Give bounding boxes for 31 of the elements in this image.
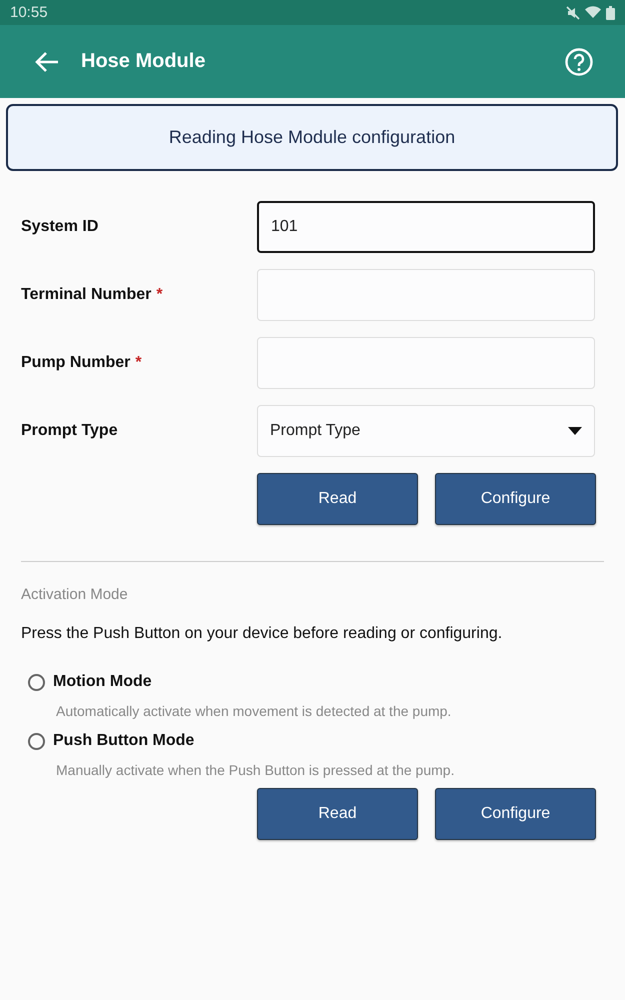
read-button[interactable]: Read [257, 788, 418, 840]
dropdown-caret-icon [568, 427, 582, 435]
read-button[interactable]: Read [257, 473, 418, 525]
option-label[interactable]: Push Button Mode [53, 732, 194, 750]
option-label[interactable]: Motion Mode [53, 673, 152, 691]
field-label: System ID [21, 218, 98, 236]
back-arrow-icon[interactable] [35, 50, 59, 72]
input-field[interactable] [257, 337, 595, 389]
required-asterisk: * [135, 354, 142, 372]
field-label: Terminal Number [21, 286, 152, 304]
help-icon[interactable] [565, 48, 593, 76]
wifi-icon [585, 6, 601, 19]
option-description: Manually activate when the Push Button is pressed at the pump. [56, 762, 456, 778]
option-description: Automatically activate when movement is detected at the pump. [56, 703, 452, 719]
radio-button[interactable] [28, 732, 45, 750]
clock: 10:55 [10, 4, 48, 21]
section-title: Activation Mode [21, 586, 129, 603]
mute-icon [566, 6, 580, 20]
toast-message: Reading Hose Module configuration [6, 104, 618, 171]
input-field[interactable] [257, 269, 595, 321]
screen-title: Hose Module [81, 50, 206, 73]
field-label: Pump Number [21, 354, 130, 372]
configure-button[interactable]: Configure [435, 788, 596, 840]
radio-button[interactable] [28, 674, 45, 690]
instruction-text: Press the Push Button on your device before reading or configuring. [21, 625, 504, 643]
required-asterisk: * [156, 286, 163, 304]
field-label: Prompt Type [21, 422, 118, 440]
dropdown[interactable]: Prompt Type [257, 405, 595, 457]
input-field[interactable]: 101 [257, 201, 595, 253]
configure-button[interactable]: Configure [435, 473, 596, 525]
battery-icon [606, 6, 615, 20]
